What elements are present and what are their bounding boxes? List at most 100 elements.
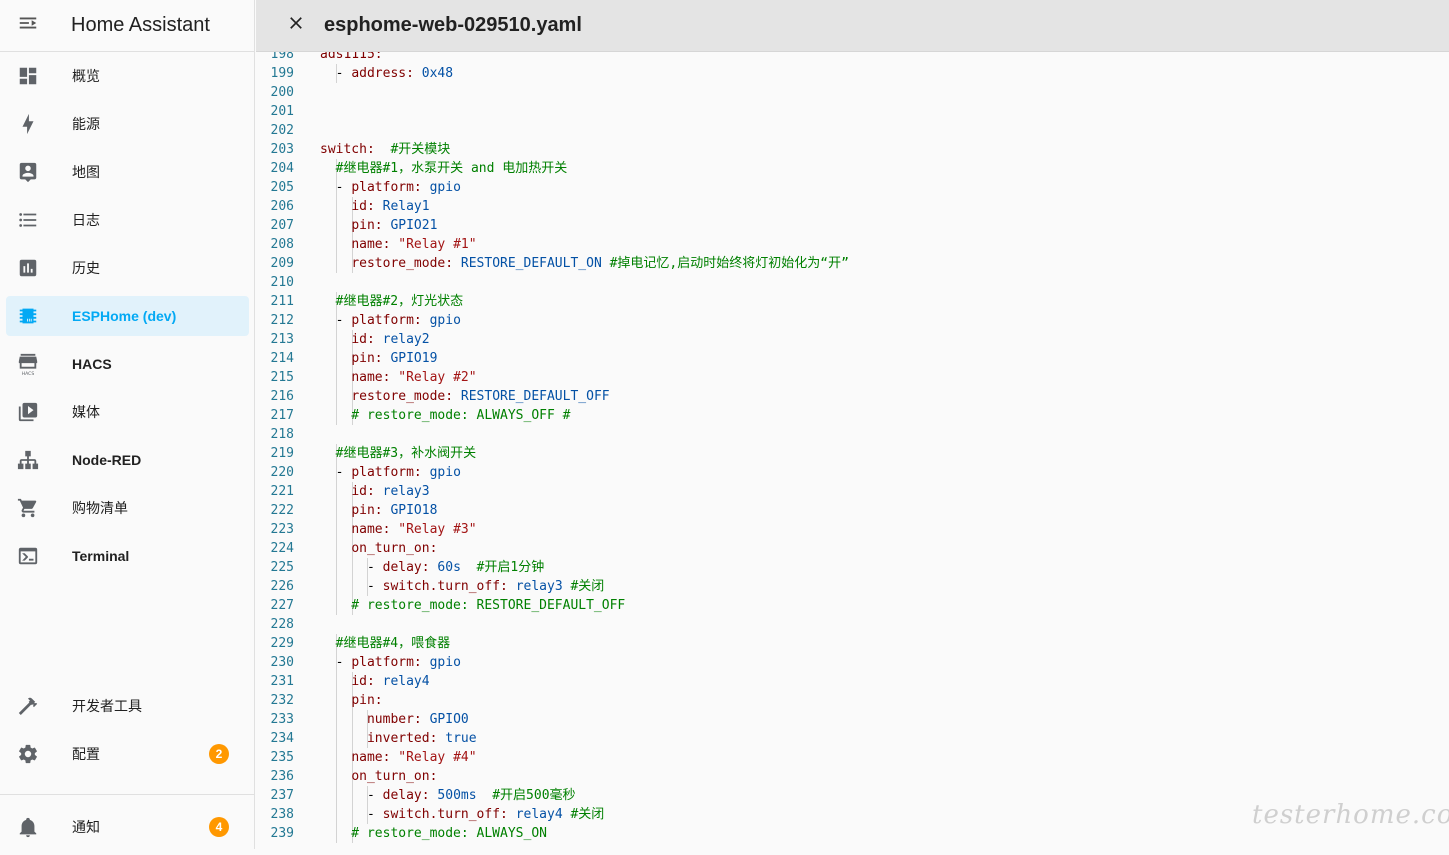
line-number: 234 — [270, 731, 294, 746]
code-token: - — [320, 66, 352, 81]
line-number: 199 — [270, 66, 294, 81]
code-token: restore_mode: — [351, 389, 461, 404]
sidebar-item-node-red[interactable]: Node-RED — [6, 440, 249, 480]
code-text: id: Relay1 — [320, 197, 429, 216]
line-number: 209 — [270, 256, 294, 271]
sidebar-item-logbook[interactable]: 日志 — [6, 200, 249, 240]
code-token: on_turn_on: — [351, 769, 438, 784]
close-button[interactable] — [284, 14, 308, 38]
sidebar-item-label: 媒体 — [72, 404, 100, 420]
line-number: 206 — [270, 199, 294, 214]
code-token: switch: — [320, 142, 375, 157]
line-number: 227 — [270, 598, 294, 613]
sidebar-item-label: 历史 — [72, 260, 100, 276]
code-token: "Relay #4" — [398, 750, 477, 765]
code-line: 205 - platform: gpio — [256, 178, 1449, 197]
code-token: GPIO21 — [390, 218, 438, 233]
sidebar-bottom-nav: 开发者工具 配置 2 — [0, 686, 255, 782]
code-text: pin: GPIO19 — [320, 349, 437, 368]
play-box-icon — [16, 400, 40, 424]
notifications-badge: 4 — [209, 817, 229, 837]
sidebar-nav: 概览 能源 地图 日志 历史 ESPHome (dev) HACS HACS 媒 — [0, 56, 255, 584]
sidebar-item-label: 日志 — [72, 212, 100, 228]
code-text: - delay: 500ms #开启500毫秒 — [320, 786, 576, 805]
watermark: testerhome.com — [1252, 800, 1449, 830]
code-line: 228 — [256, 615, 1449, 634]
code-line: 231 id: relay4 — [256, 672, 1449, 691]
line-number: 211 — [270, 294, 294, 309]
code-text: number: GPIO0 — [320, 710, 469, 729]
code-token: name: — [351, 750, 399, 765]
code-line: 202 — [256, 121, 1449, 140]
sidebar-item-esphome[interactable]: ESPHome (dev) — [6, 296, 249, 336]
code-token: "Relay #2" — [398, 370, 477, 385]
code-token: #开启1分钟 — [460, 560, 545, 575]
sidebar-item-notifications[interactable]: 通知 4 — [6, 807, 249, 847]
code-token: RESTORE_DEFAULT_ON — [460, 256, 610, 271]
code-line: 198 ads1115: — [256, 52, 1449, 64]
code-token: - — [320, 579, 383, 594]
code-token: restore_mode: — [351, 256, 461, 271]
code-text: name: "Relay #4" — [320, 748, 477, 767]
line-number: 217 — [270, 408, 294, 423]
code-token: pin: — [351, 503, 391, 518]
gear-icon — [16, 742, 40, 766]
sidebar-item-label: HACS — [72, 356, 112, 372]
chip-icon — [16, 304, 40, 328]
code-line: 212 - platform: gpio — [256, 311, 1449, 330]
file-title: esphome-web-029510.yaml — [324, 14, 582, 36]
sidebar-item-overview[interactable]: 概览 — [6, 56, 249, 96]
sidebar-item-map[interactable]: 地图 — [6, 152, 249, 192]
menu-toggle-button[interactable] — [0, 0, 56, 52]
code-editor[interactable]: 198 ads1115: 199 - address: 0x48 200 201 202 2… — [256, 52, 1449, 849]
code-token: number: — [366, 712, 430, 727]
code-text: restore_mode: RESTORE_DEFAULT_ON #掉电记忆,启… — [320, 254, 849, 273]
sidebar-item-label: 概览 — [72, 68, 100, 84]
code-token: pin: — [351, 218, 391, 233]
line-number: 212 — [270, 313, 294, 328]
editor-header: esphome-web-029510.yaml — [256, 0, 1449, 52]
code-token: gpio — [429, 655, 461, 670]
code-token: name: — [351, 370, 399, 385]
svg-text:HACS: HACS — [22, 371, 35, 376]
code-line: 199 - address: 0x48 — [256, 64, 1449, 83]
code-text: pin: — [320, 691, 382, 710]
code-token: true — [445, 731, 477, 746]
code-line: 217 # restore_mode: ALWAYS_OFF # — [256, 406, 1449, 425]
sidebar-item-media[interactable]: 媒体 — [6, 392, 249, 432]
sidebar-item-configuration[interactable]: 配置 2 — [6, 734, 249, 774]
code-line: 233 number: GPIO0 — [256, 710, 1449, 729]
line-number: 202 — [270, 123, 294, 138]
sidebar-item-energy[interactable]: 能源 — [6, 104, 249, 144]
code-line: 207 pin: GPIO21 — [256, 216, 1449, 235]
sidebar-item-developer-tools[interactable]: 开发者工具 — [6, 686, 249, 726]
cart-icon — [16, 496, 40, 520]
line-number: 222 — [270, 503, 294, 518]
code-token: relay3 — [515, 579, 571, 594]
code-text: - delay: 60s #开启1分钟 — [320, 558, 544, 577]
sidebar-item-label: 开发者工具 — [72, 698, 142, 714]
code-token: - — [320, 313, 352, 328]
line-number: 219 — [270, 446, 294, 461]
code-token: id: — [351, 332, 383, 347]
sidebar-item-shopping-list[interactable]: 购物清单 — [6, 488, 249, 528]
sidebar-notifications: 通知 4 — [0, 807, 255, 855]
code-text: - platform: gpio — [320, 178, 461, 197]
code-token: relay3 — [382, 484, 430, 499]
line-number: 198 — [270, 52, 294, 62]
sidebar-item-terminal[interactable]: Terminal — [6, 536, 249, 576]
code-line: 230 - platform: gpio — [256, 653, 1449, 672]
sidebar-item-history[interactable]: 历史 — [6, 248, 249, 288]
line-number: 224 — [270, 541, 294, 556]
line-number: 223 — [270, 522, 294, 537]
code-line: 225 - delay: 60s #开启1分钟 — [256, 558, 1449, 577]
sidebar-item-hacs[interactable]: HACS HACS — [6, 344, 249, 384]
code-text: on_turn_on: — [320, 539, 437, 558]
list-icon — [16, 208, 40, 232]
